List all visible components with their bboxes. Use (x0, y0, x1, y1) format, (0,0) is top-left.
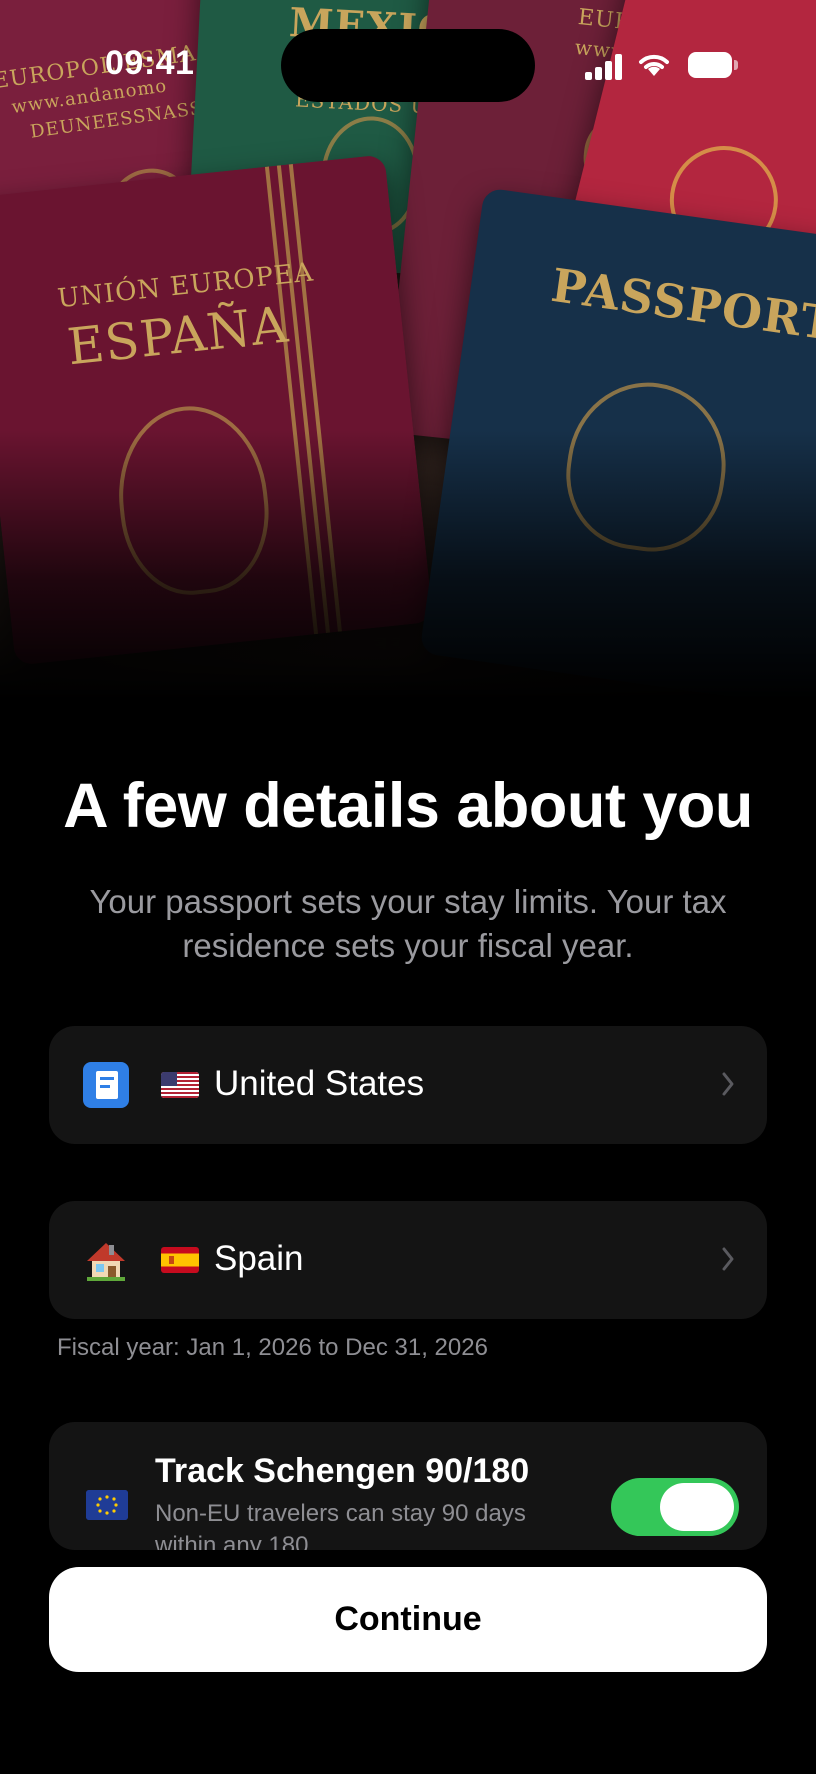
house-icon (87, 1243, 125, 1281)
battery-icon (688, 52, 738, 78)
tax-residence-selector[interactable]: Spain (49, 1201, 767, 1319)
eu-flag-icon (86, 1490, 128, 1520)
wifi-icon (639, 54, 669, 76)
spain-flag-icon (161, 1247, 199, 1273)
hero-passports-image: EUROPOL ESMA www.andanomo DEUNEESSNASS M… (0, 0, 816, 700)
page-title: A few details about you (63, 771, 753, 841)
schengen-tracking-card: Track Schengen 90/180 Non-EU travelers c… (49, 1422, 767, 1550)
schengen-description: Non-EU travelers can stay 90 days within… (155, 1500, 526, 1550)
us-flag-icon (161, 1072, 199, 1098)
chevron-right-icon (722, 1247, 734, 1271)
tax-residence-label: Spain (214, 1239, 304, 1278)
nationality-selector[interactable]: United States (49, 1026, 767, 1144)
schengen-toggle[interactable] (611, 1478, 739, 1536)
cellular-signal-icon (585, 54, 625, 80)
passport-control-icon (83, 1062, 129, 1108)
chevron-right-icon (722, 1072, 734, 1096)
page-subtitle: Your passport sets your stay limits. You… (89, 883, 727, 964)
nationality-label: United States (214, 1064, 425, 1103)
continue-button[interactable]: Continue (49, 1567, 767, 1672)
status-time: 09:41 (105, 44, 195, 82)
schengen-title: Track Schengen 90/180 (155, 1452, 530, 1490)
onboarding-screen: EUROPOL ESMA www.andanomo DEUNEESSNASS M… (0, 0, 816, 1774)
hero-fade-overlay (0, 430, 816, 700)
toggle-knob (660, 1483, 734, 1531)
dynamic-island (281, 29, 535, 102)
fiscal-year-note: Fiscal year: Jan 1, 2026 to Dec 31, 2026 (57, 1334, 488, 1361)
